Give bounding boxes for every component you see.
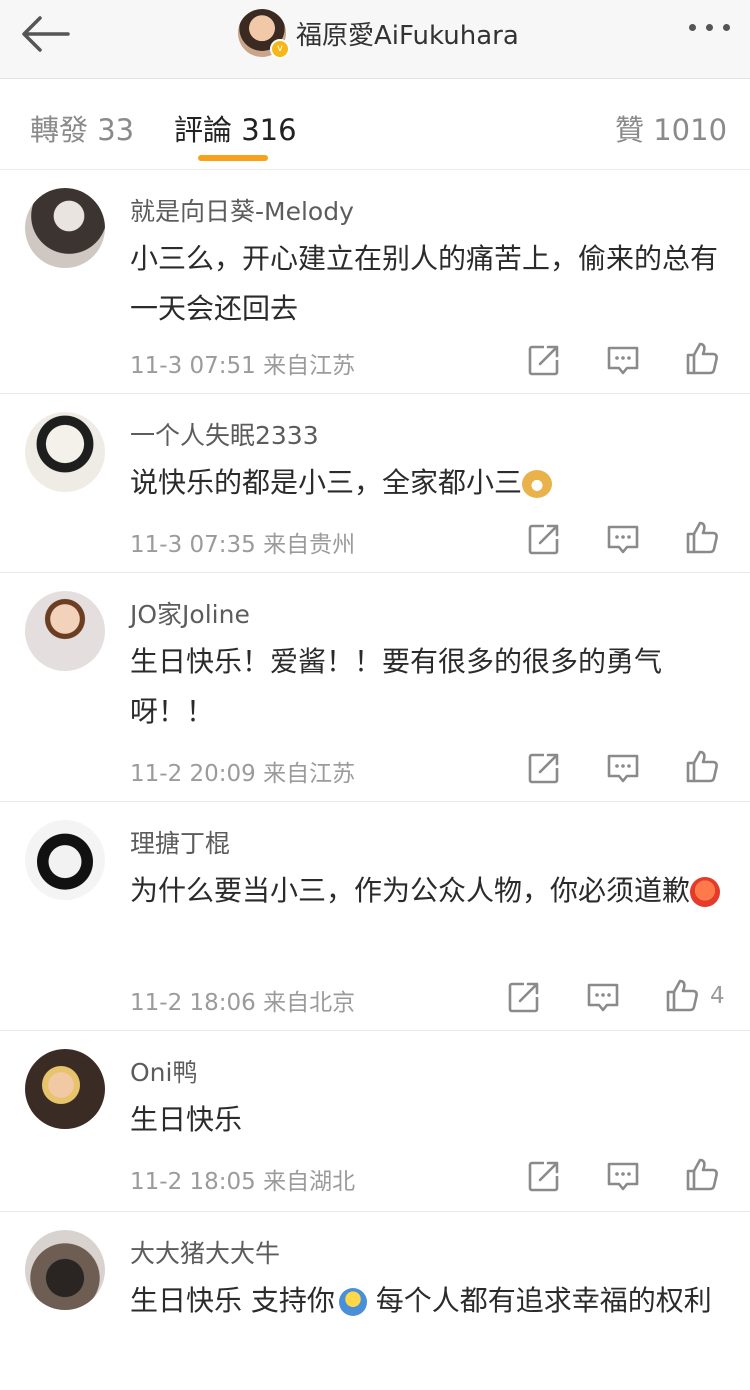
like-icon[interactable] (684, 748, 720, 784)
tab-bar: 轉發 33 評論 316 贊 1010 (0, 79, 750, 170)
comment-meta: 11-3 07:35 来自贵州 (130, 525, 355, 559)
comment-meta: 11-2 18:06 来自北京 (130, 983, 355, 1017)
like-icon[interactable] (664, 977, 700, 1013)
comment-source: 来自北京 (263, 990, 356, 1016)
avatar[interactable] (25, 591, 105, 671)
reply-icon[interactable] (605, 521, 641, 557)
avatar[interactable]: v (238, 9, 290, 59)
top-bar: v 福原愛AiFukuhara (0, 0, 750, 79)
comment-author[interactable]: JO家Joline (130, 595, 250, 631)
tab-likes[interactable]: 贊 1010 (615, 107, 727, 149)
comment-author[interactable]: 就是向日葵-Melody (130, 192, 354, 228)
comment-time: 11-2 18:06 (130, 990, 256, 1016)
avatar[interactable] (25, 188, 105, 268)
comment-time: 11-3 07:35 (130, 532, 256, 558)
comment-text: 生日快乐 支持你 每个人都有追求幸福的权利 (130, 1276, 720, 1326)
verified-badge-icon: v (270, 39, 290, 59)
active-tab-indicator (198, 155, 268, 161)
comment-item[interactable]: Oni鸭 生日快乐 11-2 18:05 来自湖北 (0, 1031, 750, 1212)
doge-emoji (522, 470, 553, 498)
title-group[interactable]: v 福原愛AiFukuhara (238, 8, 519, 59)
comment-text: 为什么要当小三，作为公众人物，你必须道歉 (130, 866, 721, 916)
comment-source: 来自湖北 (263, 1169, 356, 1195)
comment-meta: 11-2 18:05 来自湖北 (130, 1162, 355, 1196)
comment-author[interactable]: Oni鸭 (130, 1053, 197, 1089)
comment-time: 11-2 20:09 (130, 761, 256, 787)
reply-icon[interactable] (585, 979, 621, 1015)
like-icon[interactable] (684, 1156, 720, 1192)
comment-meta: 11-3 07:51 来自江苏 (130, 346, 355, 380)
hug-emoji (338, 1288, 367, 1316)
avatar[interactable] (25, 1049, 105, 1129)
comment-time: 11-3 07:51 (130, 353, 256, 379)
comment-item[interactable]: 大大猪大大牛 生日快乐 支持你 每个人都有追求幸福的权利 (0, 1212, 750, 1390)
comment-source: 来自江苏 (263, 761, 356, 787)
tab-comments[interactable]: 評論 316 (174, 107, 297, 149)
comment-meta: 11-2 20:09 来自江苏 (130, 754, 355, 788)
more-dots-icon[interactable] (689, 24, 730, 31)
share-icon[interactable] (506, 979, 542, 1015)
share-icon[interactable] (526, 342, 562, 378)
reply-icon[interactable] (605, 1158, 641, 1194)
comment-author[interactable]: 理搪丁棍 (130, 824, 230, 860)
comment-text-body: 说快乐的都是小三，全家都小三 (130, 466, 523, 499)
comment-text: 说快乐的都是小三，全家都小三 (130, 458, 720, 508)
reply-icon[interactable] (605, 750, 641, 786)
share-icon[interactable] (526, 1158, 562, 1194)
share-icon[interactable] (526, 750, 562, 786)
comment-time: 11-2 18:05 (130, 1169, 256, 1195)
comment-text: 生日快乐 (130, 1103, 243, 1136)
tab-reposts[interactable]: 轉發 33 (30, 107, 134, 149)
avatar[interactable] (25, 820, 105, 900)
comment-text-part-b: 每个人都有追求幸福的权利 (366, 1284, 712, 1317)
reply-icon[interactable] (605, 342, 641, 378)
comment-item[interactable]: 一个人失眠2333 说快乐的都是小三，全家都小三 11-3 07:35 来自贵州 (0, 394, 750, 573)
comment-text: 生日快乐！爱酱！！要有很多的很多的勇气呀！！ (130, 645, 663, 728)
like-count: 4 (710, 983, 725, 1009)
comment-item[interactable]: JO家Joline 生日快乐！爱酱！！要有很多的很多的勇气呀！！ 11-2 20… (0, 573, 750, 802)
page-title: 福原愛AiFukuhara (296, 20, 519, 51)
angry-emoji (690, 877, 721, 907)
comment-text: 小三么，开心建立在别人的痛苦上，偷来的总有一天会还回去 (130, 242, 719, 325)
comment-author[interactable]: 大大猪大大牛 (130, 1234, 280, 1270)
comment-text-part-a: 生日快乐 支持你 (130, 1284, 335, 1317)
comment-author[interactable]: 一个人失眠2333 (130, 416, 319, 452)
comment-item[interactable]: 就是向日葵-Melody 小三么，开心建立在别人的痛苦上，偷来的总有一天会还回去… (0, 170, 750, 394)
avatar[interactable] (25, 1230, 105, 1310)
avatar[interactable] (25, 412, 105, 492)
back-arrow-icon[interactable] (18, 12, 74, 56)
comment-item[interactable]: 理搪丁棍 为什么要当小三，作为公众人物，你必须道歉 11-2 18:06 来自北… (0, 802, 750, 1031)
like-icon[interactable] (684, 519, 720, 555)
like-icon[interactable] (684, 340, 720, 376)
comment-source: 来自江苏 (263, 353, 356, 379)
comment-text-body: 为什么要当小三，作为公众人物，你必须道歉 (130, 874, 691, 907)
comment-source: 来自贵州 (263, 532, 356, 558)
share-icon[interactable] (526, 521, 562, 557)
